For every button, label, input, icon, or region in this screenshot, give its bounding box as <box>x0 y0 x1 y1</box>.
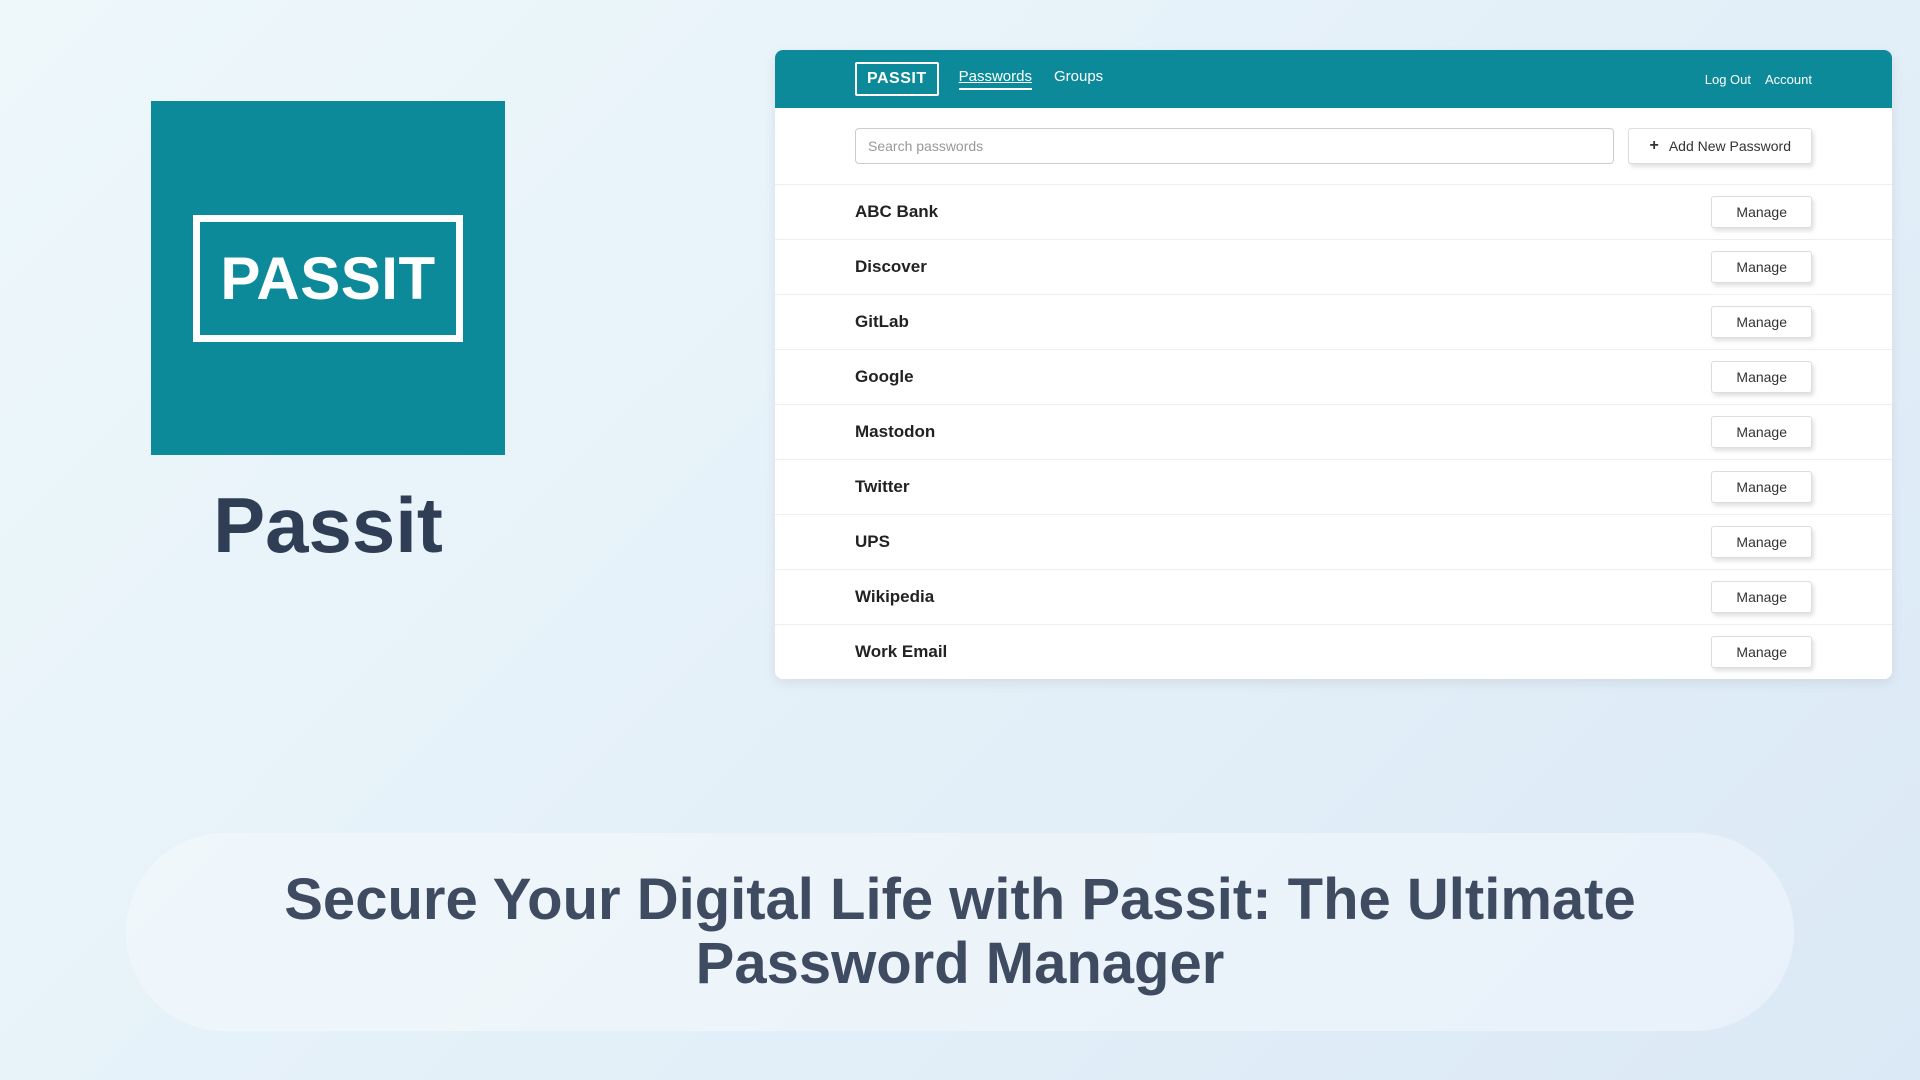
manage-button[interactable]: Manage <box>1711 636 1812 668</box>
password-row: Google Manage <box>775 349 1892 404</box>
app-window: PASSIT Passwords Groups Log Out Account … <box>775 50 1892 679</box>
branding-title: Passit <box>213 480 443 571</box>
password-name: Work Email <box>855 642 947 662</box>
password-row: ABC Bank Manage <box>775 184 1892 239</box>
manage-button[interactable]: Manage <box>1711 416 1812 448</box>
plus-icon: + <box>1649 137 1658 155</box>
header-right: Log Out Account <box>1705 72 1812 87</box>
password-name: Google <box>855 367 914 387</box>
password-name: GitLab <box>855 312 909 332</box>
password-list: ABC Bank Manage Discover Manage GitLab M… <box>775 184 1892 679</box>
password-name: Twitter <box>855 477 909 497</box>
app-header: PASSIT Passwords Groups Log Out Account <box>775 50 1892 108</box>
logout-link[interactable]: Log Out <box>1705 72 1751 87</box>
manage-button[interactable]: Manage <box>1711 471 1812 503</box>
manage-button[interactable]: Manage <box>1711 306 1812 338</box>
account-link[interactable]: Account <box>1765 72 1812 87</box>
branding-logo-frame: PASSIT <box>193 215 462 342</box>
password-row: Work Email Manage <box>775 624 1892 679</box>
password-row: Wikipedia Manage <box>775 569 1892 624</box>
search-input[interactable] <box>855 128 1614 164</box>
password-name: Wikipedia <box>855 587 934 607</box>
branding-logo-text: PASSIT <box>220 244 435 313</box>
manage-button[interactable]: Manage <box>1711 526 1812 558</box>
password-name: Mastodon <box>855 422 935 442</box>
password-name: Discover <box>855 257 927 277</box>
password-row: Twitter Manage <box>775 459 1892 514</box>
password-row: Discover Manage <box>775 239 1892 294</box>
branding-logo-box: PASSIT <box>151 101 505 455</box>
add-button-label: Add New Password <box>1669 138 1791 154</box>
manage-button[interactable]: Manage <box>1711 196 1812 228</box>
toolbar: + Add New Password <box>775 108 1892 184</box>
password-name: UPS <box>855 532 890 552</box>
add-password-button[interactable]: + Add New Password <box>1628 128 1812 164</box>
tagline-text: Secure Your Digital Life with Passit: Th… <box>206 868 1714 996</box>
nav-link-passwords[interactable]: Passwords <box>959 68 1032 90</box>
manage-button[interactable]: Manage <box>1711 361 1812 393</box>
branding-section: PASSIT Passit <box>151 101 505 571</box>
manage-button[interactable]: Manage <box>1711 581 1812 613</box>
nav-links: Passwords Groups <box>959 68 1104 90</box>
app-logo-text: PASSIT <box>867 70 927 87</box>
nav-link-groups[interactable]: Groups <box>1054 68 1103 90</box>
password-row: GitLab Manage <box>775 294 1892 349</box>
password-name: ABC Bank <box>855 202 938 222</box>
password-row: UPS Manage <box>775 514 1892 569</box>
manage-button[interactable]: Manage <box>1711 251 1812 283</box>
password-row: Mastodon Manage <box>775 404 1892 459</box>
app-logo[interactable]: PASSIT <box>855 62 939 96</box>
tagline-pill: Secure Your Digital Life with Passit: Th… <box>126 833 1794 1031</box>
